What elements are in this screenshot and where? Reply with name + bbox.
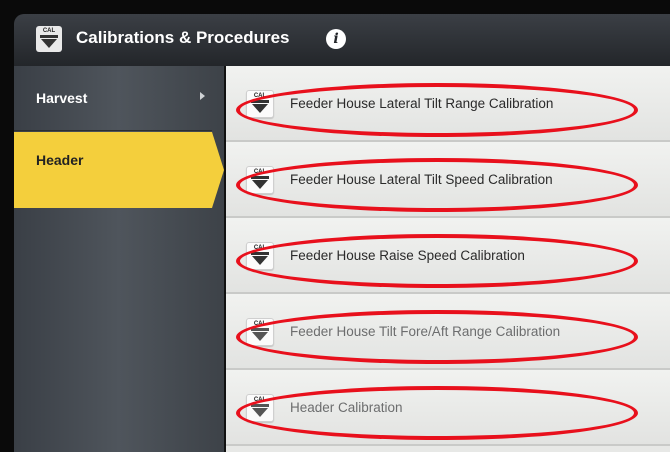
highlight-oval: [236, 83, 638, 137]
down-arrow-icon: [40, 35, 58, 48]
page-title: Calibrations & Procedures: [76, 28, 290, 47]
chevron-right-icon: [200, 92, 205, 100]
sidebar-item-label: Harvest: [36, 90, 88, 106]
info-icon[interactable]: i: [326, 29, 346, 49]
highlight-oval: [236, 234, 638, 288]
sidebar-item-label: Header: [36, 152, 84, 168]
sidebar: Harvest Header: [14, 66, 224, 452]
sidebar-item-harvest[interactable]: Harvest: [14, 66, 212, 131]
calibrations-screen: CAL Calibrations & Procedures i Harvest …: [14, 14, 670, 452]
title-bar: CAL Calibrations & Procedures i: [14, 14, 670, 66]
sidebar-item-header[interactable]: Header: [14, 132, 224, 208]
cal-badge-label: CAL: [42, 28, 56, 34]
cal-icon: CAL: [36, 26, 62, 52]
highlight-oval: [236, 158, 638, 212]
highlight-oval: [236, 310, 638, 364]
highlight-oval: [236, 386, 638, 440]
